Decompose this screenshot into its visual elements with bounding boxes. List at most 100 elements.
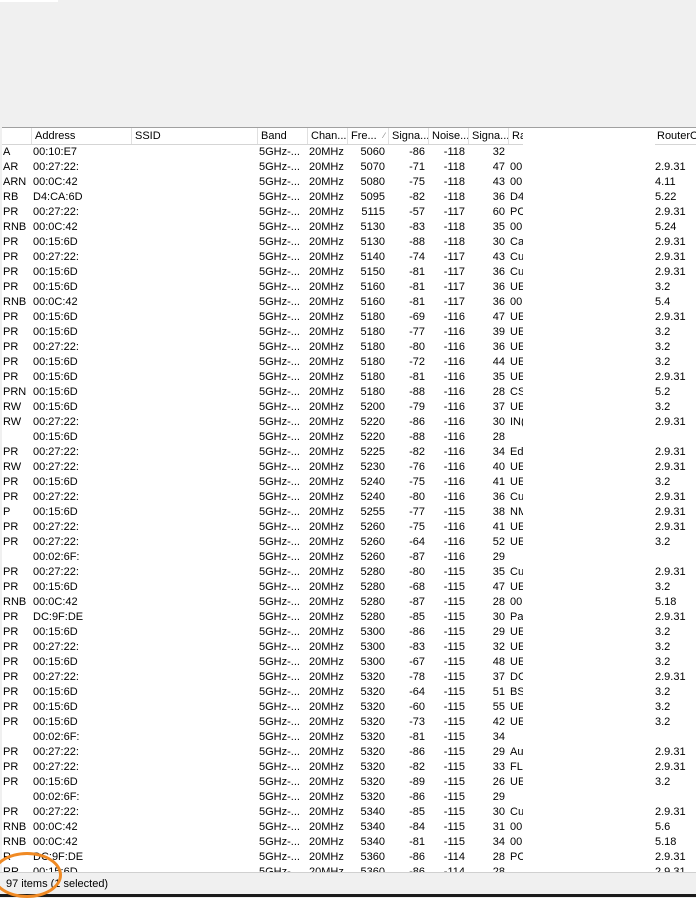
cell-type: RNB (3, 296, 27, 308)
cell-address: 00:27:22: (33, 521, 79, 533)
cell-noise-floor: -116 (443, 356, 465, 368)
cell-address: 00:15:6D (33, 281, 78, 293)
cell-signal-strength: -87 (409, 551, 425, 563)
cell-noise-floor: -116 (443, 536, 465, 548)
cell-noise-floor: -115 (443, 731, 465, 743)
cell-channel-width: 20MHz (309, 251, 344, 263)
cell-signal-to-noise: 28 (492, 386, 505, 398)
cell-channel-width: 20MHz (309, 686, 344, 698)
cell-signal-to-noise: 41 (492, 476, 505, 488)
cell-type: PR (3, 311, 19, 323)
cell-routeros-version: 3.2 (655, 341, 671, 353)
cell-type: PR (3, 251, 19, 263)
cell-type: PR (3, 536, 19, 548)
cell-signal-to-noise: 32 (492, 641, 505, 653)
cell-ssid (132, 520, 258, 535)
cell-signal-to-noise: 34 (492, 836, 505, 848)
cell-address: 00:27:22: (33, 251, 79, 263)
cell-address: 00:27:22: (33, 536, 79, 548)
sort-ascending-icon: ∕ (383, 131, 385, 140)
cell-routeros-version: 2.9.31 (655, 461, 686, 473)
cell-signal-strength: -82 (409, 191, 425, 203)
column-header-ssid[interactable]: SSID (132, 128, 258, 144)
cell-ssid (132, 430, 258, 445)
cell-address: 00:0C:42 (33, 821, 78, 833)
cell-signal-to-noise: 36 (492, 491, 505, 503)
cell-signal-strength: -77 (409, 326, 425, 338)
cell-signal-strength: -81 (409, 836, 425, 848)
cell-band: 5GHz-... (259, 446, 300, 458)
column-header-channel-width[interactable]: Chan... (308, 128, 348, 144)
cell-noise-floor: -115 (443, 761, 465, 773)
column-header-signal-strength[interactable]: Signa... (389, 128, 429, 144)
cell-ssid (132, 445, 258, 460)
cell-frequency: 5080 (360, 176, 385, 188)
column-header-frequency[interactable]: Fre... ∕ (348, 128, 389, 144)
cell-noise-floor: -116 (443, 431, 465, 443)
status-bar: 97 items (1 selected) (0, 872, 696, 894)
cell-band: 5GHz-... (259, 266, 300, 278)
cell-address: 00:15:6D (33, 506, 78, 518)
cell-channel-width: 20MHz (309, 791, 344, 803)
cell-address: 00:27:22: (33, 461, 79, 473)
cell-ssid (132, 835, 258, 850)
cell-channel-width: 20MHz (309, 146, 344, 158)
cell-noise-floor: -115 (443, 776, 465, 788)
cell-type: PR (3, 566, 19, 578)
cell-routeros-version: 2.9.31 (655, 671, 686, 683)
cell-address: 00:15:6D (33, 581, 78, 593)
scan-results-table[interactable]: Address SSID Band Chan... Fre... ∕ Signa... Noi… (2, 127, 696, 873)
cell-noise-floor: -116 (443, 461, 465, 473)
cell-signal-strength: -88 (409, 431, 425, 443)
cell-address: 00:27:22: (33, 491, 79, 503)
cell-type: RB (3, 191, 19, 203)
cell-routeros-version (654, 730, 696, 745)
cell-routeros-version: 3.2 (655, 641, 671, 653)
cell-ssid (132, 580, 258, 595)
cell-routeros-version: 3.2 (655, 536, 671, 548)
column-header-address[interactable]: Address (32, 128, 132, 144)
cell-frequency: 5070 (360, 161, 385, 173)
cell-address: DC:9F:DE (33, 851, 84, 863)
cell-routeros-version: 2.9.31 (655, 491, 686, 503)
cell-channel-width: 20MHz (309, 236, 344, 248)
cell-type: RW (3, 416, 22, 428)
cell-signal-to-noise: 48 (492, 656, 505, 668)
cell-type: PR (3, 686, 19, 698)
column-header-type[interactable] (2, 128, 32, 144)
cell-ssid (132, 760, 258, 775)
cell-address: 00:15:6D (33, 701, 78, 713)
cell-signal-to-noise: 26 (492, 776, 505, 788)
cell-address: 00:27:22: (33, 161, 79, 173)
column-header-noise-floor[interactable]: Noise... (429, 128, 469, 144)
column-header-routeros-version[interactable]: RouterO (654, 128, 696, 144)
cell-address: 00:15:6D (33, 311, 78, 323)
cell-address: 00:15:6D (33, 686, 78, 698)
cell-address: 00:27:22: (33, 641, 79, 653)
cell-signal-to-noise: 44 (492, 356, 505, 368)
cell-noise-floor: -118 (443, 146, 465, 158)
cell-signal-strength: -86 (409, 416, 425, 428)
cell-frequency: 5320 (360, 791, 385, 803)
cell-address: 00:15:6D (33, 656, 78, 668)
cell-band: 5GHz-... (259, 476, 300, 488)
cell-channel-width: 20MHz (309, 701, 344, 713)
cell-band: 5GHz-... (259, 791, 300, 803)
column-header-band[interactable]: Band (258, 128, 308, 144)
cell-signal-strength: -85 (409, 806, 425, 818)
cell-band: 5GHz-... (259, 491, 300, 503)
cell-frequency: 5140 (360, 251, 385, 263)
cell-frequency: 5160 (360, 281, 385, 293)
cell-signal-strength: -84 (409, 821, 425, 833)
cell-channel-width: 20MHz (309, 641, 344, 653)
cell-ssid (132, 610, 258, 625)
column-header-signal-to-noise[interactable]: Signa... (469, 128, 509, 144)
cell-noise-floor: -116 (443, 326, 465, 338)
cell-frequency: 5260 (360, 551, 385, 563)
cell-channel-width: 20MHz (309, 311, 344, 323)
cell-type: PR (3, 521, 19, 533)
cell-routeros-version: 3.2 (655, 626, 671, 638)
cell-channel-width: 20MHz (309, 761, 344, 773)
cell-channel-width: 20MHz (309, 836, 344, 848)
cell-type: PR (3, 581, 19, 593)
